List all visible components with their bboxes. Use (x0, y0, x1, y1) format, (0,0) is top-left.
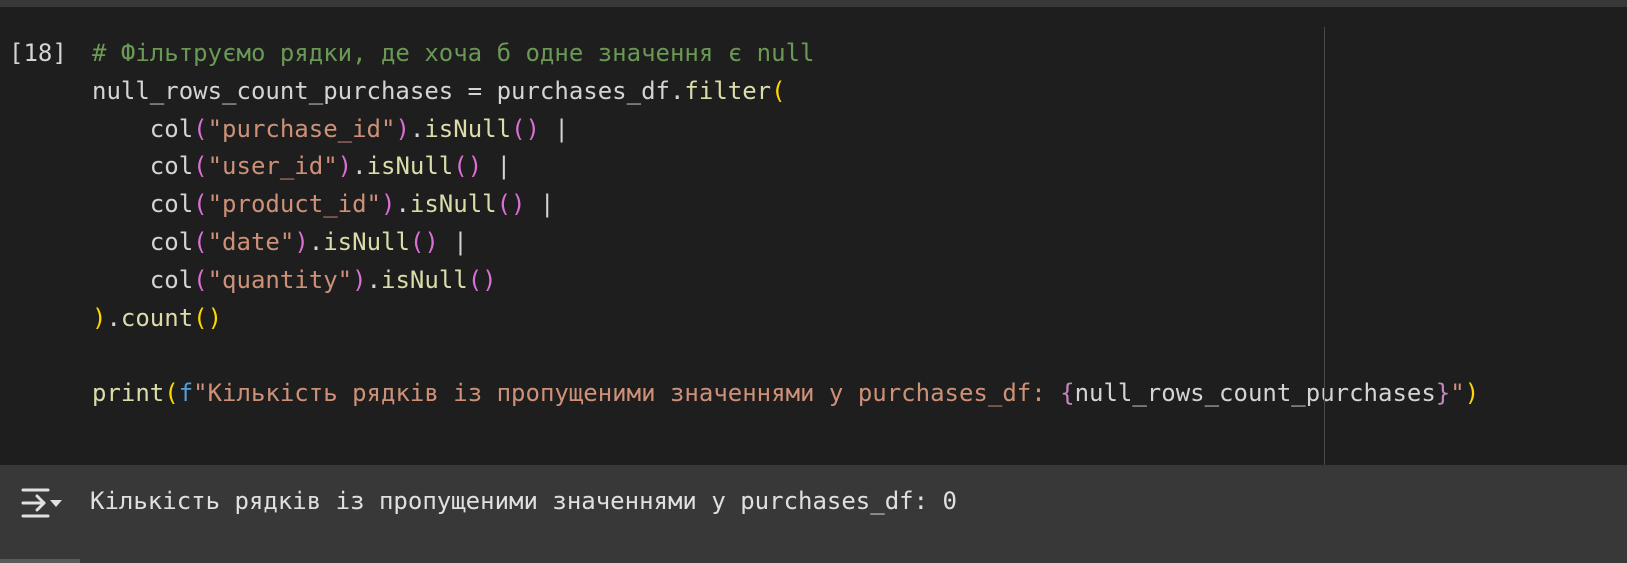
code-line: col("purchase_id").isNull() | (92, 111, 1479, 149)
code-token: "product_id" (207, 190, 381, 219)
code-token: . (409, 114, 425, 143)
code-token: () (511, 114, 540, 143)
code-token: ) (352, 265, 367, 294)
code-line: null_rows_count_purchases = purchases_df… (92, 73, 1479, 111)
code-token: ) (395, 114, 410, 143)
code-token: ( (771, 76, 786, 105)
code-token: isNull (424, 114, 512, 143)
code-token: "user_id" (207, 152, 338, 181)
code-token: () (453, 152, 483, 181)
code-token: . (106, 303, 121, 332)
line-length-ruler (1324, 27, 1325, 472)
code-token: "Кількість рядків із пропущеними значенн… (193, 379, 1061, 408)
code-token: ( (193, 265, 208, 294)
code-token: col (149, 190, 194, 219)
code-token: null_rows_count_purchases (1074, 379, 1436, 408)
code-line: col("user_id").isNull() | (92, 148, 1479, 186)
code-token: ) (337, 152, 353, 181)
code-line: col("quantity").isNull() (92, 262, 1479, 300)
code-token: | (482, 152, 512, 181)
top-strip (0, 0, 1627, 7)
code-token: . (352, 152, 367, 181)
code-token: ) (92, 303, 107, 332)
code-token: # Фільтруємо рядки, де хоча б одне значе… (92, 39, 815, 67)
code-token: ( (193, 227, 208, 256)
code-token: () (496, 190, 526, 219)
code-token: { (1060, 379, 1075, 408)
code-token: col (149, 265, 194, 294)
code-line: # Фільтруємо рядки, де хоча б одне значе… (92, 35, 1479, 73)
code-token: ( (193, 114, 208, 143)
output-text: Кількість рядків із пропущеними значення… (90, 487, 957, 515)
code-token: ) (381, 190, 396, 219)
code-token: "purchase_id" (207, 114, 396, 143)
code-line: col("product_id").isNull() | (92, 186, 1479, 224)
code-token: f (178, 379, 194, 408)
code-token: " (1450, 379, 1465, 408)
code-token: | (525, 190, 555, 219)
code-token: () (409, 227, 439, 256)
code-token: isNull (323, 227, 410, 256)
code-token: | (539, 114, 569, 143)
code-token: isNull (381, 265, 468, 294)
cell-output: Кількість рядків із пропущеними значення… (0, 465, 1627, 563)
code-token: ( (164, 379, 179, 408)
code-token: . (308, 227, 324, 256)
code-token: "date" (207, 227, 295, 256)
code-token: col (149, 227, 194, 256)
code-line: col("date").isNull() | (92, 224, 1479, 262)
code-cell[interactable]: [18] # Фільтруємо рядки, де хоча б одне … (0, 7, 1627, 472)
output-toggle-icon[interactable] (20, 484, 66, 522)
code-token: count (120, 303, 194, 332)
scroll-indicator (0, 559, 80, 563)
code-token: filter (684, 76, 772, 105)
code-token: isNull (366, 152, 454, 181)
code-token: ( (193, 190, 208, 219)
code-editor[interactable]: # Фільтруємо рядки, де хоча б одне значе… (92, 35, 1479, 413)
code-token: } (1435, 379, 1451, 408)
code-token: print (92, 379, 165, 408)
execution-count: [18] (9, 39, 67, 67)
code-token: () (193, 303, 223, 332)
code-token: null_rows_count_purchases = purchases_df… (92, 76, 685, 105)
code-token: ) (1464, 379, 1480, 408)
code-line: print(f"Кількість рядків із пропущеними … (92, 375, 1479, 413)
code-token: | (438, 227, 468, 256)
code-token: ( (193, 152, 208, 181)
code-token: . (395, 190, 410, 219)
code-token: isNull (409, 190, 497, 219)
code-token: col (149, 114, 194, 143)
code-token: ) (294, 227, 309, 256)
code-token: "quantity" (207, 265, 353, 294)
code-token: () (467, 265, 497, 294)
code-token: . (366, 265, 382, 294)
code-line: ).count() (92, 300, 1479, 338)
code-token: col (149, 152, 194, 181)
